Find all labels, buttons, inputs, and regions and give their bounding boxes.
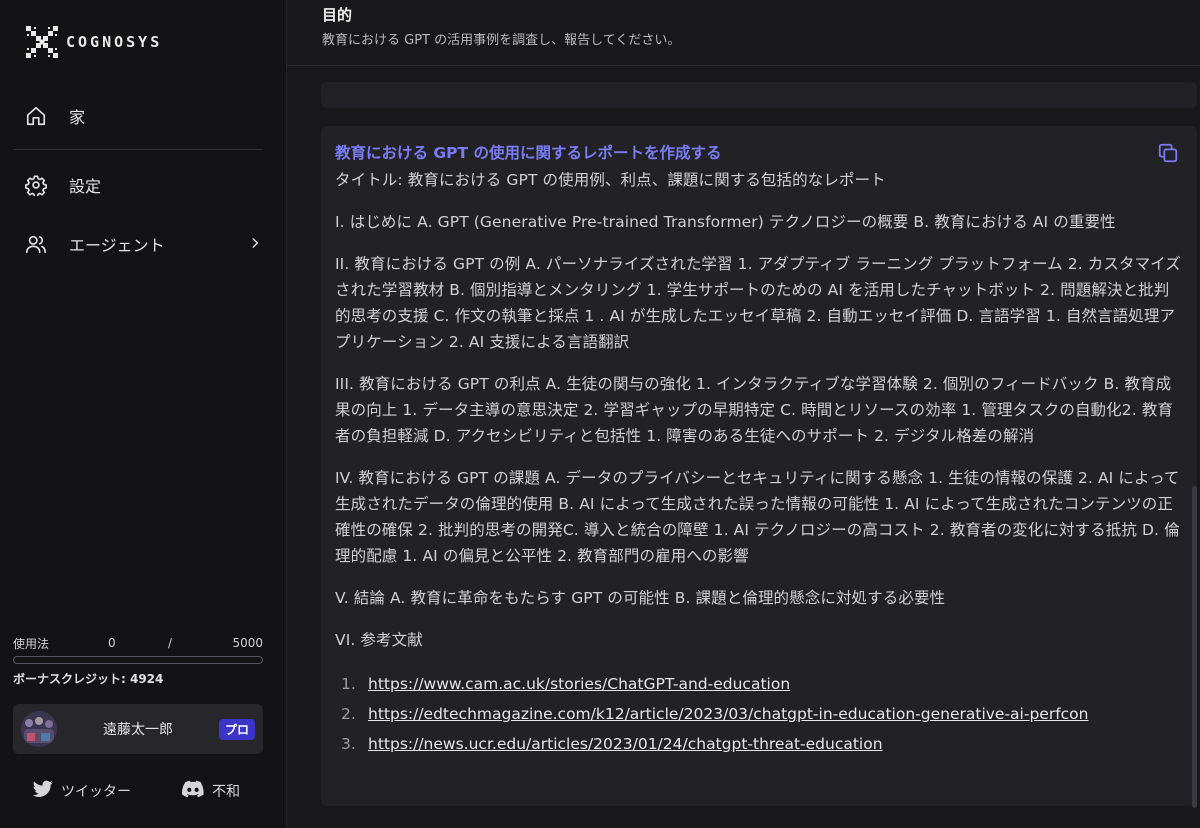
reference-link[interactable]: https://www.cam.ac.uk/stories/ChatGPT-an…	[368, 675, 790, 693]
nav-divider	[13, 149, 263, 150]
objective-title: 目的	[322, 6, 353, 24]
discord-link[interactable]: 不和	[182, 780, 240, 802]
plan-badge: プロ	[218, 718, 255, 740]
result-card: 教育における GPT の使用に関するレポートを作成する タイトル: 教育における…	[321, 126, 1197, 806]
reference-number: 1.	[341, 675, 356, 693]
chevron-right-icon	[248, 235, 262, 254]
twitter-link[interactable]: ツイッター	[32, 780, 131, 802]
avatar	[21, 711, 57, 747]
usage-progress-bar	[13, 656, 263, 664]
gear-icon	[24, 173, 48, 197]
scrollbar[interactable]	[1191, 0, 1199, 828]
scrollbar-thumb[interactable]	[1192, 486, 1197, 808]
report-section-4: IV. 教育における GPT の課題 A. データのプライバシーとセキュリティに…	[335, 469, 1180, 565]
twitter-icon	[32, 780, 53, 802]
usage-separator: /	[168, 636, 173, 650]
report-title-line: タイトル: 教育における GPT の使用例、利点、課題に関する包括的なレポート	[335, 171, 886, 189]
sidebar: COGNOSYS 家 設定 エージェント 使用法 0 / 5000 ボーナスクレ…	[0, 0, 287, 828]
reference-number: 2.	[341, 705, 356, 723]
twitter-label: ツイッター	[61, 784, 131, 800]
usage-used: 0	[108, 636, 116, 650]
copy-button[interactable]	[1157, 142, 1179, 168]
user-name: 遠藤太一郎	[102, 722, 173, 738]
usage-meter: 使用法 0 / 5000	[13, 634, 263, 664]
sidebar-item-label: 設定	[69, 177, 102, 196]
reference-number: 3.	[341, 735, 356, 753]
task-title: 教育における GPT の使用に関するレポートを作成する	[335, 144, 722, 162]
app-root: COGNOSYS 家 設定 エージェント 使用法 0 / 5000 ボーナスクレ…	[0, 0, 1200, 828]
brand-name: COGNOSYS	[66, 33, 163, 51]
discord-label: 不和	[212, 784, 240, 800]
home-icon	[24, 104, 48, 128]
report-section-5: V. 結論 A. 教育に革命をもたらす GPT の可能性 B. 課題と倫理的懸念…	[335, 589, 946, 607]
empty-result-card	[321, 82, 1197, 108]
report-section-2: II. 教育における GPT の例 A. パーソナライズされた学習 1. アダプ…	[335, 255, 1181, 351]
usage-total: 5000	[232, 636, 263, 650]
user-profile-card[interactable]: 遠藤太一郎 プロ	[13, 704, 263, 754]
sidebar-item-settings[interactable]: 設定	[24, 169, 262, 201]
sidebar-item-label: エージェント	[69, 236, 165, 255]
report-section-1: I. はじめに A. GPT (Generative Pre-trained T…	[335, 213, 1116, 231]
usage-label: 使用法	[13, 636, 50, 651]
cognosys-logo-icon	[26, 26, 58, 58]
sidebar-item-home[interactable]: 家	[24, 100, 262, 132]
report-section-3: III. 教育における GPT の利点 A. 生徒の関与の強化 1. インタラク…	[335, 375, 1173, 445]
reference-link[interactable]: https://edtechmagazine.com/k12/article/2…	[368, 705, 1088, 723]
sidebar-item-label: 家	[69, 108, 86, 127]
objective-text: 教育における GPT の活用事例を調査し、報告してください。	[322, 33, 681, 48]
report-section-6: VI. 参考文献	[335, 631, 423, 649]
list-item: 1. https://www.cam.ac.uk/stories/ChatGPT…	[341, 669, 1183, 699]
list-item: 3. https://news.ucr.edu/articles/2023/01…	[341, 729, 1183, 759]
brand-logo[interactable]: COGNOSYS	[24, 24, 162, 60]
bonus-credits: ボーナスクレジット: 4924	[13, 672, 164, 686]
discord-icon	[182, 780, 204, 802]
main-content: 目的 教育における GPT の活用事例を調査し、報告してください。 教育における…	[287, 0, 1200, 828]
sidebar-item-agents[interactable]: エージェント	[24, 228, 262, 260]
objective-header: 目的 教育における GPT の活用事例を調査し、報告してください。	[287, 0, 1200, 66]
copy-icon	[1157, 143, 1179, 168]
reference-link[interactable]: https://news.ucr.edu/articles/2023/01/24…	[368, 735, 883, 753]
reference-list: 1. https://www.cam.ac.uk/stories/ChatGPT…	[335, 669, 1183, 759]
users-icon	[24, 232, 48, 256]
list-item: 2. https://edtechmagazine.com/k12/articl…	[341, 699, 1183, 729]
